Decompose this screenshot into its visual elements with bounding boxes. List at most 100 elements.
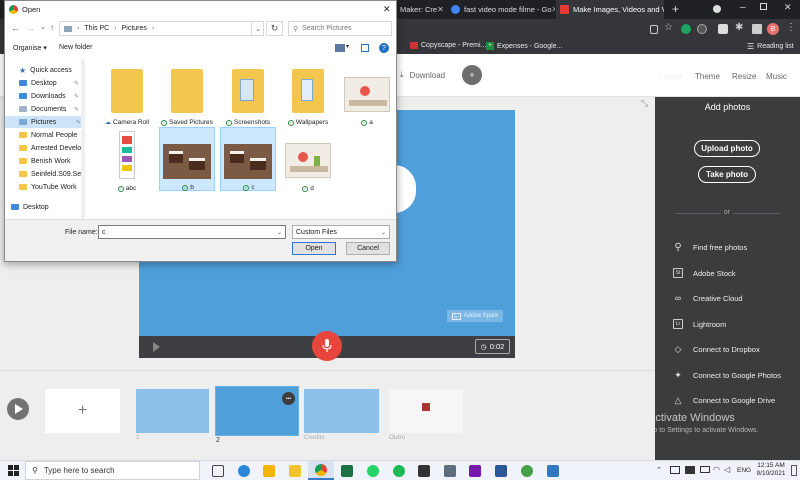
file-item[interactable]: ☁ Camera Roll [99,63,155,131]
word-icon[interactable] [495,465,507,477]
play-all-button[interactable] [7,398,29,420]
upload-photo-button[interactable]: Upload photo [694,140,760,157]
collapse-icon[interactable]: ⤡ [641,98,648,109]
tray-app-icon[interactable] [670,466,680,474]
close-tab-icon[interactable]: ✕ [552,5,555,14]
nav-layout[interactable]: Layout [659,72,683,81]
taskbar-search-box[interactable]: ⚲ Type here to search [25,461,200,480]
play-icon[interactable] [153,342,160,352]
taskbar-chrome-active[interactable] [308,461,334,480]
open-button[interactable]: Open [292,242,336,255]
grammarly-extension-icon[interactable] [681,24,691,34]
creative-cloud[interactable]: ∞ Creative Cloud [673,293,743,303]
file-item[interactable]: ✓ d [280,129,336,197]
tree-scrollbar[interactable] [81,59,85,219]
whatsapp-icon[interactable] [367,465,379,477]
tree-downloads[interactable]: Downloads ✎ [19,90,79,102]
excel-icon[interactable] [341,465,353,477]
profile-avatar[interactable]: B [767,23,779,35]
notifications-icon[interactable] [791,465,797,476]
chrome-menu-icon[interactable]: ⋮ [786,22,796,33]
tree-seinfeld[interactable]: Seinfeld.S09.Sea [19,168,85,180]
back-arrow-icon[interactable]: ← [11,23,20,33]
file-item[interactable]: ✓ a [339,63,395,131]
tree-documents[interactable]: Documents ✎ [19,103,79,115]
filename-dropdown-icon[interactable]: ⌄ [277,229,282,236]
spotify-icon[interactable] [393,465,405,477]
add-slide-button[interactable]: + [45,389,120,433]
tree-desktop-root[interactable]: Desktop [11,201,71,213]
download-button[interactable]: ⤓ Download [400,70,445,80]
windows-start-icon[interactable] [8,465,19,476]
tree-desktop[interactable]: Desktop ✎ [19,77,79,89]
tree-quick-access[interactable]: ★ Quick access [19,64,79,76]
file-item[interactable]: ✓ abc [99,129,155,197]
share-icon[interactable] [650,25,658,34]
reading-list-button[interactable]: ☰ Reading list [747,42,794,51]
extension-icon[interactable] [697,24,707,34]
extension-icon[interactable] [718,24,728,34]
file-item[interactable]: ✓ Screenshots [220,63,276,131]
nav-theme[interactable]: Theme [695,72,720,81]
connect-google-photos[interactable]: ✦ Connect to Google Photos [673,370,781,380]
tree-pictures[interactable]: Pictures ✎ [5,116,81,128]
find-free-photos[interactable]: ⚲ Find free photos [673,242,747,253]
media-icon[interactable] [752,24,762,34]
app-icon[interactable] [418,465,430,477]
new-tab-button[interactable]: + [672,2,679,16]
tree-arrested-development[interactable]: Arrested Develo [19,142,81,154]
up-arrow-icon[interactable]: ↑ [50,23,54,32]
slide-thumbnail[interactable] [136,389,209,433]
photos-icon[interactable] [547,465,559,477]
tree-youtube-work[interactable]: YouTube Work [19,181,79,193]
close-dialog-icon[interactable]: ✕ [383,4,391,15]
breadcrumb-pictures[interactable]: Pictures [122,25,147,32]
file-item-selected[interactable]: ✓ c [220,127,276,191]
recent-locations-icon[interactable]: ⌄ [40,23,46,31]
adobe-stock[interactable]: St Adobe Stock [673,268,736,278]
task-view-icon[interactable] [212,465,224,477]
view-options-icon[interactable] [335,44,345,52]
edge-icon[interactable] [238,465,250,477]
tree-benish-work[interactable]: Benish Work [19,155,79,167]
nav-music[interactable]: Music [766,72,787,81]
forward-arrow-icon[interactable]: → [26,23,35,33]
nav-resize[interactable]: Resize [732,72,756,81]
connect-dropbox[interactable]: ◇ Connect to Dropbox [673,344,760,354]
tree-normal-people[interactable]: Normal People ✎ [19,129,86,141]
file-explorer-icon[interactable] [289,465,301,477]
battery-icon[interactable] [700,466,710,473]
bookmark-copyscape[interactable]: Copyscape - Premi... [410,42,486,49]
take-photo-button[interactable]: Take photo [698,166,756,183]
file-item[interactable]: ✓ Saved Pictures [159,63,215,131]
close-tab-icon[interactable]: ✕ [437,5,444,14]
search-pictures-input[interactable]: ⚲ Search Pictures [288,21,392,36]
more-options-icon[interactable]: ••• [282,392,295,405]
help-icon[interactable]: ? [379,43,389,53]
play-circle-icon[interactable] [394,165,416,213]
address-bar[interactable]: › This PC › Pictures › [59,21,264,36]
duration-button[interactable]: ◷ 0:02 [475,339,510,354]
file-type-select[interactable]: Custom Files ⌄ [292,225,390,239]
extensions-puzzle-icon[interactable]: ✱ [735,22,743,33]
file-item-selected[interactable]: ✓ b [159,127,215,191]
tray-chevron-icon[interactable]: ⌃ [656,466,662,474]
slide-thumbnail-selected[interactable]: ••• [215,386,299,436]
breadcrumb-this-pc[interactable]: This PC [84,25,109,32]
paint-icon[interactable] [263,465,275,477]
language-indicator[interactable]: ENG [737,467,751,474]
slide-thumbnail-credits[interactable] [304,389,379,433]
utorrent-icon[interactable] [521,465,533,477]
connect-google-drive[interactable]: △ Connect to Google Drive [673,395,776,405]
onenote-icon[interactable] [469,465,481,477]
preview-pane-icon[interactable] [361,44,369,52]
refresh-icon[interactable]: ↻ [266,21,283,36]
cancel-button[interactable]: Cancel [346,242,390,255]
browser-tab[interactable]: Maker: Cre ✕ [396,0,446,19]
wifi-icon[interactable]: ◠ [713,465,720,474]
view-dropdown-icon[interactable]: ▾ [346,43,349,50]
bookmark-expenses[interactable]: + Expenses - Google... [486,42,562,50]
filename-input[interactable]: c ⌄ [98,225,286,239]
lightroom[interactable]: Lr Lightroom [673,319,726,329]
file-item[interactable]: ✓ Wallpapers [280,63,336,131]
